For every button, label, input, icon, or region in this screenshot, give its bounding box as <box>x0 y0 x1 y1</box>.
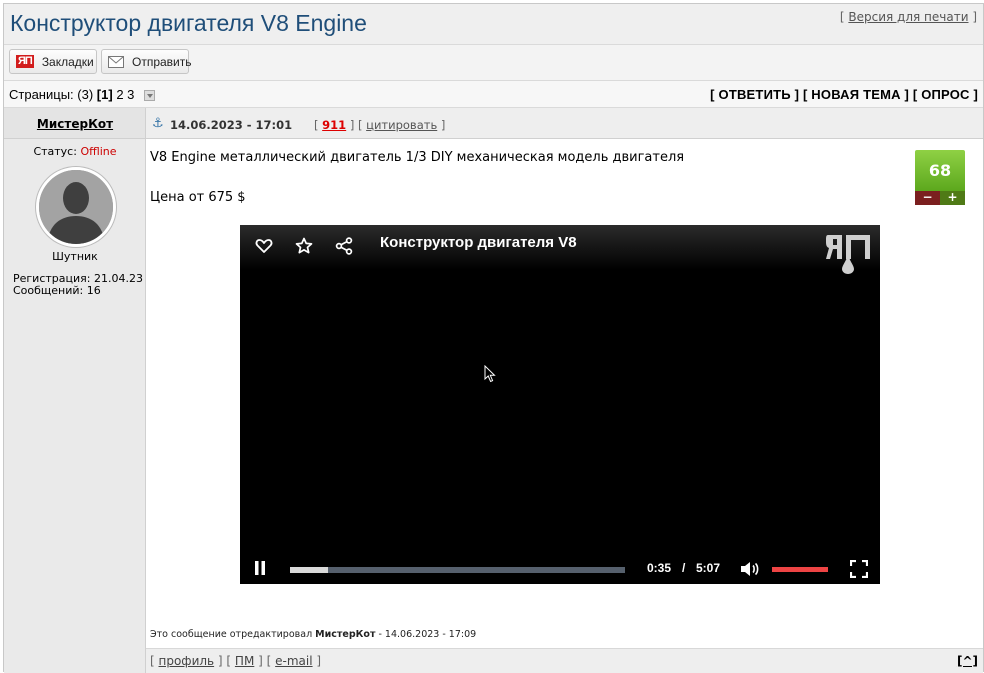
pagination-row: Страницы: (3) [1] 2 3 [ ОТВЕТИТЬ ] [ НОВ… <box>4 81 983 108</box>
share-icon[interactable] <box>334 236 354 256</box>
current-time: 0:35 <box>647 561 672 575</box>
rating-widget: 68 − + <box>915 150 965 205</box>
pagination: Страницы: (3) [1] 2 3 <box>9 87 156 102</box>
post-text: V8 Engine металлический двигатель 1/3 DI… <box>150 148 684 208</box>
video-title: Конструктор двигателя V8 <box>380 234 577 251</box>
progress-fill <box>290 567 329 573</box>
default-avatar-icon <box>39 170 113 244</box>
avatar[interactable] <box>36 167 116 247</box>
bookmarks-button[interactable]: ЯП Закладки <box>9 49 97 74</box>
volume-slider[interactable] <box>772 567 828 572</box>
topic-title: Конструктор двигателя V8 Engine <box>10 10 367 36</box>
scroll-top: [^] <box>957 654 978 668</box>
rating-votes: − + <box>915 191 965 205</box>
page-3-link[interactable]: 3 <box>127 87 134 102</box>
pages-count: (3) <box>77 87 94 102</box>
mouse-cursor-icon <box>484 364 496 386</box>
quote-link[interactable]: цитировать <box>366 118 437 132</box>
heart-icon[interactable] <box>254 236 274 256</box>
forum-page: Конструктор двигателя V8 Engine [ Версия… <box>3 3 984 673</box>
user-links: [ профиль ] [ ПМ ] [ e-mail ] <box>150 654 322 668</box>
pm-link[interactable]: ПМ <box>235 654 254 668</box>
print-version: [ Версия для печати ] <box>840 10 977 24</box>
post-line: V8 Engine металлический двигатель 1/3 DI… <box>150 150 685 165</box>
post-body: V8 Engine металлический двигатель 1/3 DI… <box>146 139 983 648</box>
page-dropdown-icon[interactable] <box>144 90 156 101</box>
status-label: Статус: <box>33 145 77 158</box>
user-info-column: Статус: Offline Шутник Регистрация: 21.0… <box>4 139 146 673</box>
post-date: 14.06.2023 - 17:01 <box>170 118 293 132</box>
time-separator: / <box>682 561 686 575</box>
bracket: [ <box>314 118 323 132</box>
profile-link[interactable]: профиль <box>159 654 215 668</box>
user-status: Статус: Offline <box>4 145 146 158</box>
post-line: Цена от 675 $ <box>150 190 246 205</box>
yap-logo-icon: ЯП <box>16 55 34 68</box>
status-value: Offline <box>80 145 117 158</box>
yap-watermark-icon <box>826 233 872 275</box>
send-label: Отправить <box>132 54 192 69</box>
bracket: ] <box>437 118 446 132</box>
message-count: Сообщений: 16 <box>13 284 101 297</box>
anchor-icon[interactable]: ⚓ <box>152 116 164 131</box>
topic-actions[interactable]: [ ОТВЕТИТЬ ] [ НОВАЯ ТЕМА ] [ ОПРОС ] <box>710 87 978 102</box>
user-rank: Шутник <box>52 250 98 263</box>
post-header: ⚓ 14.06.2023 - 17:01 [ 911 ] [ цитироват… <box>146 108 983 139</box>
bookmarks-label: Закладки <box>41 54 94 69</box>
bracket: ] <box>968 10 977 24</box>
video-player[interactable]: Конструктор двигателя V8 0:35 / 5:07 <box>240 225 880 584</box>
user-stats: Регистрация: 21.04.23 Сообщений: 16 <box>13 273 143 297</box>
progress-bar[interactable] <box>290 567 625 573</box>
send-button[interactable]: Отправить <box>101 49 192 74</box>
email-link[interactable]: e-mail <box>275 654 312 668</box>
post-number-link[interactable]: 911 <box>322 118 346 132</box>
yap-icon-text: ЯП <box>16 55 34 68</box>
toolbar: ЯП Закладки Отправить <box>4 45 983 81</box>
vote-down-button[interactable]: − <box>915 191 940 205</box>
edit-prefix: Это сообщение отредактировал <box>150 629 316 640</box>
edit-note: Это сообщение отредактировал МистерКот -… <box>150 629 476 640</box>
title-bar: Конструктор двигателя V8 Engine [ Версия… <box>4 4 983 45</box>
star-icon[interactable] <box>294 236 314 256</box>
page-2-link[interactable]: 2 <box>116 87 123 102</box>
username[interactable]: МистерКот <box>4 117 146 131</box>
rating-score: 68 <box>915 150 965 191</box>
post-footer: [ профиль ] [ ПМ ] [ e-mail ] [^] <box>146 648 983 673</box>
player-top-bar: Конструктор двигателя V8 <box>240 225 880 270</box>
bracket: ] [ <box>346 118 367 132</box>
volume-icon[interactable] <box>740 561 760 580</box>
pause-icon[interactable] <box>254 560 266 579</box>
post-meta: [ 911 ] [ цитировать ] <box>314 118 445 132</box>
print-version-link[interactable]: Версия для печати <box>848 10 968 24</box>
fullscreen-icon[interactable] <box>849 559 869 581</box>
current-page: [1] <box>96 87 113 102</box>
vote-up-button[interactable]: + <box>940 191 965 205</box>
pages-label[interactable]: Страницы: <box>9 87 74 102</box>
edit-author: МистерКот <box>315 629 376 640</box>
edit-date: - 14.06.2023 - 17:09 <box>375 629 477 640</box>
scroll-top-link[interactable]: [^] <box>957 654 978 668</box>
user-header: МистерКот <box>4 108 146 139</box>
envelope-icon <box>108 55 124 68</box>
duration: 5:07 <box>696 561 721 575</box>
player-controls: 0:35 / 5:07 <box>240 554 880 584</box>
